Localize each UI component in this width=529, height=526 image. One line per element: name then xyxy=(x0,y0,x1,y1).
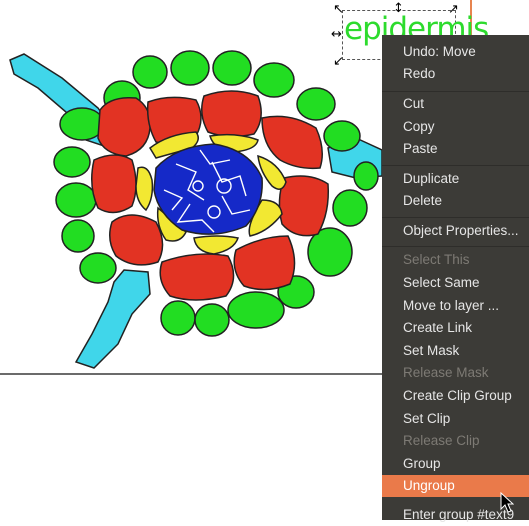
menu-item-delete[interactable]: Delete xyxy=(382,190,529,212)
menu-item-group[interactable]: Group xyxy=(382,453,529,475)
menu-separator xyxy=(382,217,529,218)
menu-item-object-properties[interactable]: Object Properties... xyxy=(382,220,529,242)
vascular-cylinder xyxy=(153,143,263,235)
epidermis-cell xyxy=(227,291,285,329)
scale-handle-top-right-icon[interactable]: ↗ xyxy=(448,3,459,16)
cortex-cell xyxy=(91,154,137,214)
epidermis-cell xyxy=(132,55,168,89)
menu-item-move-to-layer[interactable]: Move to layer ... xyxy=(382,295,529,317)
cortex-cell xyxy=(261,115,323,170)
menu-item-release-mask: Release Mask xyxy=(403,365,489,380)
epidermis-cell xyxy=(212,50,252,86)
vascular-bundle[interactable] xyxy=(153,143,263,235)
epidermis-cell xyxy=(253,62,295,98)
cortex-cell xyxy=(233,235,296,291)
menu-item-set-clip[interactable]: Set Clip xyxy=(382,408,529,430)
menu-separator xyxy=(382,246,529,247)
epidermis-cell xyxy=(170,50,210,86)
epidermis-cell xyxy=(296,87,336,121)
menu-item-duplicate[interactable]: Duplicate xyxy=(382,168,529,190)
menu-item-create-link[interactable]: Create Link xyxy=(382,317,529,339)
endodermis-cell xyxy=(193,235,239,255)
epidermis-cell xyxy=(323,120,361,152)
menu-item-cut[interactable]: Cut xyxy=(382,93,529,115)
menu-item-redo[interactable]: Redo xyxy=(382,63,529,85)
endodermis-cell xyxy=(135,166,154,212)
scale-handle-bottom-left-icon[interactable]: ↙ xyxy=(333,55,344,68)
menu-separator xyxy=(382,91,529,92)
cortex-cell xyxy=(109,214,164,266)
scale-handle-left-icon[interactable]: ↔ xyxy=(331,28,342,41)
menu-item-release-clip: Release Clip xyxy=(403,433,480,448)
epidermis-cell xyxy=(53,146,91,178)
epidermis-cell xyxy=(59,107,105,141)
page-border-line xyxy=(0,373,382,375)
menu-separator xyxy=(382,165,529,166)
epidermis-cell xyxy=(55,182,97,218)
cortex-cell xyxy=(159,253,235,301)
context-menu[interactable]: Undo: Move Redo Cut Copy Paste Duplicate… xyxy=(382,35,529,522)
menu-item-create-clip-group[interactable]: Create Clip Group xyxy=(382,385,529,407)
epidermis-cell xyxy=(61,219,95,253)
epidermis-cell xyxy=(353,161,379,191)
scale-handle-top-left-icon[interactable]: ↖ xyxy=(333,3,344,16)
menu-item-select-same[interactable]: Select Same xyxy=(382,272,529,294)
mouse-pointer-icon xyxy=(500,492,514,513)
root-hair-bottom-left[interactable] xyxy=(74,269,151,369)
menu-item-set-mask[interactable]: Set Mask xyxy=(382,340,529,362)
cortex-cell xyxy=(278,175,330,237)
epidermis-cell xyxy=(332,189,368,227)
menu-item-undo-move[interactable]: Undo: Move xyxy=(382,41,529,63)
epidermis-cell xyxy=(160,300,196,336)
menu-item-select-this: Select This xyxy=(403,252,470,267)
menu-item-copy[interactable]: Copy xyxy=(382,116,529,138)
cortex-cell xyxy=(201,90,262,138)
menu-item-paste[interactable]: Paste xyxy=(382,138,529,160)
scale-handle-top-icon[interactable]: ↕ xyxy=(393,2,404,15)
cortex-cell xyxy=(97,97,151,157)
epidermis-cell xyxy=(194,303,230,337)
epidermis-cell xyxy=(79,252,117,284)
